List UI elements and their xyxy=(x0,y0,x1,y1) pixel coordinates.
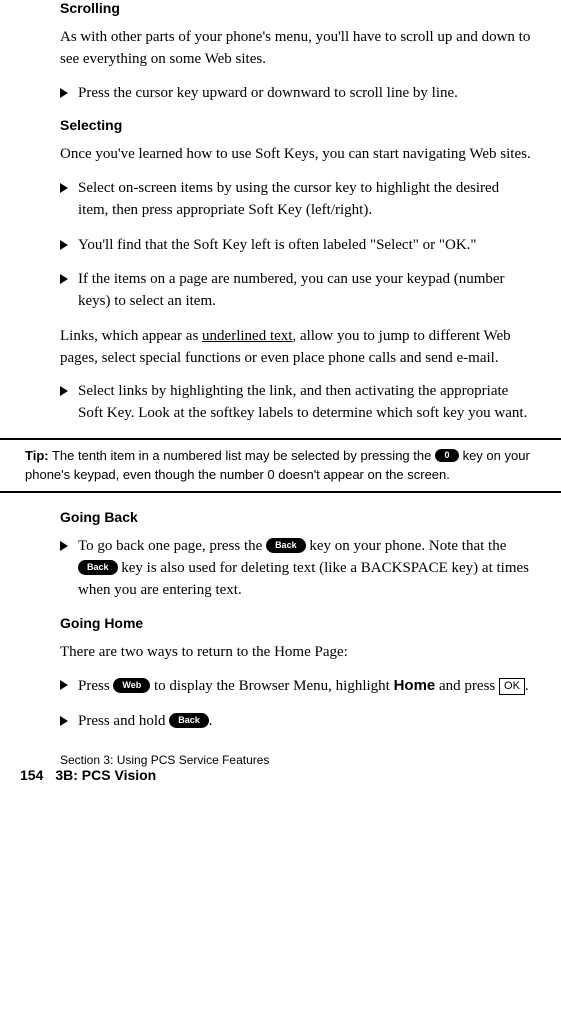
paragraph-scrolling: As with other parts of your phone's menu… xyxy=(60,27,531,71)
list-item: Press and hold Back. xyxy=(60,711,531,733)
text-fragment: Press and hold xyxy=(78,713,169,729)
heading-scrolling: Scrolling xyxy=(60,0,531,16)
heading-selecting: Selecting xyxy=(60,117,531,133)
list-selecting-1: Select on-screen items by using the curs… xyxy=(60,178,531,313)
heading-going-home: Going Home xyxy=(60,615,531,631)
tip-box: Tip: The tenth item in a numbered list m… xyxy=(0,438,561,494)
underlined-text: underlined text xyxy=(202,328,292,344)
text-fragment: . xyxy=(209,713,213,729)
list-scrolling: Press the cursor key upward or downward … xyxy=(60,83,531,105)
key-ok-icon: OK xyxy=(499,678,525,695)
text-fragment: . xyxy=(525,678,529,694)
bold-home: Home xyxy=(394,677,436,694)
paragraph-links: Links, which appear as underlined text, … xyxy=(60,326,531,370)
list-going-back: To go back one page, press the Back key … xyxy=(60,536,531,601)
footer-section-line: Section 3: Using PCS Service Features xyxy=(60,753,561,767)
list-going-home: Press Web to display the Browser Menu, h… xyxy=(60,675,531,733)
list-selecting-2: Select links by highlighting the link, a… xyxy=(60,381,531,425)
footer-chapter: 3B: PCS Vision xyxy=(55,767,156,783)
text-fragment: and press xyxy=(435,678,499,694)
text-fragment: Press xyxy=(78,678,113,694)
key-back-icon: Back xyxy=(169,713,209,728)
key-back-icon: Back xyxy=(266,538,306,553)
text-fragment: Links, which appear as xyxy=(60,328,202,344)
text-fragment: The tenth item in a numbered list may be… xyxy=(49,448,435,463)
text-fragment: key on your phone. Note that the xyxy=(306,538,507,554)
key-web-icon: Web xyxy=(113,678,150,693)
list-item: Select on-screen items by using the curs… xyxy=(60,178,531,222)
list-item: To go back one page, press the Back key … xyxy=(60,536,531,601)
text-fragment: to display the Browser Menu, highlight xyxy=(150,678,393,694)
list-item: You'll find that the Soft Key left is of… xyxy=(60,235,531,257)
list-item: Press the cursor key upward or downward … xyxy=(60,83,531,105)
paragraph-going-home: There are two ways to return to the Home… xyxy=(60,642,531,664)
list-item: Select links by highlighting the link, a… xyxy=(60,381,531,425)
key-zero-icon: 0 xyxy=(435,449,459,462)
paragraph-selecting: Once you've learned how to use Soft Keys… xyxy=(60,144,531,166)
list-item: If the items on a page are numbered, you… xyxy=(60,269,531,313)
text-fragment: To go back one page, press the xyxy=(78,538,266,554)
tip-label: Tip: xyxy=(25,448,49,463)
footer-page-line: 154 3B: PCS Vision xyxy=(20,767,561,783)
page-number: 154 xyxy=(20,767,43,783)
list-item: Press Web to display the Browser Menu, h… xyxy=(60,675,531,698)
key-back-icon: Back xyxy=(78,560,118,575)
heading-going-back: Going Back xyxy=(60,509,531,525)
footer: Section 3: Using PCS Service Features 15… xyxy=(0,753,561,783)
text-fragment: key is also used for deleting text (like… xyxy=(78,560,529,598)
